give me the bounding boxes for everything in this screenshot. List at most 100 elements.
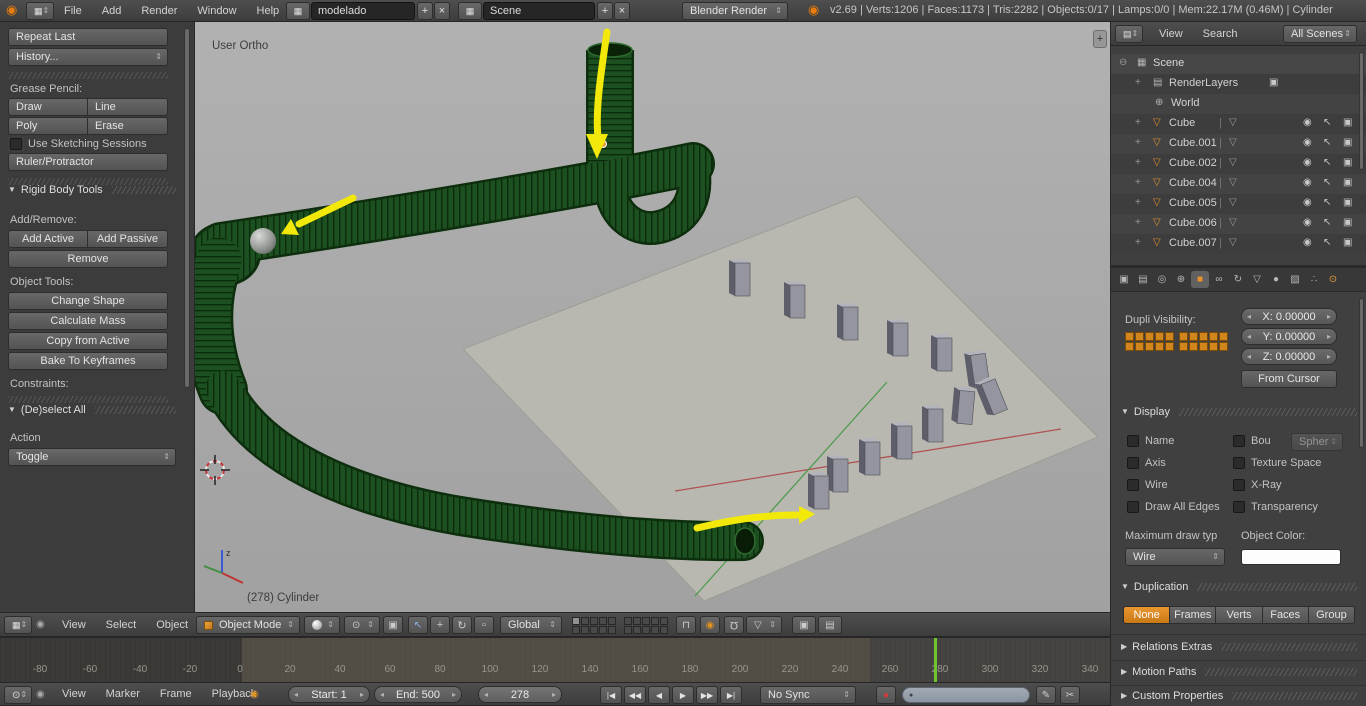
next-keyframe-button[interactable]: ▶▶ <box>696 686 718 704</box>
duplication-group-button[interactable]: Group <box>1308 606 1356 624</box>
screen-layout-name-field[interactable]: modelado <box>311 2 415 20</box>
display-name-checkbox[interactable] <box>1127 435 1139 447</box>
tab-scene[interactable]: ◎ <box>1153 271 1171 288</box>
display-draw-all-edges-checkbox[interactable] <box>1127 501 1139 513</box>
display-transparency-checkbox[interactable] <box>1233 501 1245 513</box>
expand-icon[interactable]: + <box>1135 237 1141 248</box>
selectable-cursor-icon[interactable]: ↖ <box>1323 237 1331 248</box>
header-pin-icon[interactable]: ◉ <box>36 619 45 630</box>
layers-grid-2[interactable] <box>624 617 668 634</box>
add-layout-button[interactable]: + <box>417 2 433 20</box>
start-frame-field[interactable]: ◂ Start: 1 ▸ <box>288 686 370 703</box>
render-camera-icon[interactable]: ▣ <box>1343 137 1352 148</box>
item-name[interactable]: RenderLayers <box>1169 77 1238 89</box>
editor-type-select[interactable]: ▦ ⇕ <box>4 616 32 634</box>
tab-constraints[interactable]: ∞ <box>1210 271 1228 288</box>
jump-to-start-button[interactable]: |◀ <box>600 686 622 704</box>
opengl-render-anim-button[interactable]: ▤ <box>818 616 842 634</box>
snap-element-select[interactable]: ▽ ⇕ <box>746 616 782 634</box>
selectable-cursor-icon[interactable]: ↖ <box>1323 197 1331 208</box>
tab-particles[interactable]: ∴ <box>1305 271 1323 288</box>
selectable-cursor-icon[interactable]: ↖ <box>1323 157 1331 168</box>
duplication-faces-button[interactable]: Faces <box>1262 606 1309 624</box>
increment-arrow[interactable]: ▸ <box>1327 312 1331 321</box>
display-axis-checkbox[interactable] <box>1127 457 1139 469</box>
scene-browse-button[interactable]: ▦ <box>458 2 482 20</box>
outliner-row-cube[interactable]: + ▽ Cube.001 | ▽ ◉ ↖ ▣ <box>1111 134 1366 154</box>
tab-material[interactable]: ● <box>1267 271 1285 288</box>
pivot-align-toggle[interactable]: ▣ <box>383 616 403 634</box>
increment-arrow[interactable]: ▸ <box>1327 332 1331 341</box>
bake-to-keyframes-button[interactable]: Bake To Keyframes <box>8 352 168 370</box>
layers-grid-1[interactable] <box>572 617 616 634</box>
manipulator-toggle[interactable]: ↖ <box>408 616 428 634</box>
prev-keyframe-button[interactable]: ◀◀ <box>624 686 646 704</box>
record-button[interactable]: ● <box>876 686 896 704</box>
jump-to-end-button[interactable]: ▶| <box>720 686 742 704</box>
object-name[interactable]: Cube <box>1169 117 1195 129</box>
domino[interactable] <box>930 333 953 372</box>
ball-sphere[interactable] <box>250 228 276 254</box>
display-texture-space-checkbox[interactable] <box>1233 457 1245 469</box>
display-panel-header[interactable]: ▼ Display <box>1121 406 1357 418</box>
menu-file[interactable]: File <box>54 5 92 17</box>
from-cursor-button[interactable]: From Cursor <box>1241 370 1337 388</box>
menu-view[interactable]: View <box>52 688 96 700</box>
visibility-eye-icon[interactable]: ◉ <box>1303 237 1312 248</box>
render-camera-icon[interactable]: ▣ <box>1343 177 1352 188</box>
repeat-last-button[interactable]: Repeat Last <box>8 28 168 46</box>
mode-select[interactable]: Object Mode ⇕ <box>196 616 300 634</box>
transform-orientation-select[interactable]: Global ⇕ <box>500 616 562 634</box>
duplication-none-button[interactable]: None <box>1123 606 1171 624</box>
gp-erase-button[interactable]: Erase <box>88 117 168 135</box>
item-name[interactable]: World <box>1171 97 1200 109</box>
domino[interactable] <box>728 258 751 297</box>
display-mode-select[interactable]: All Scenes ⇕ <box>1283 25 1357 43</box>
outliner-row-renderlayers[interactable]: + ▤ RenderLayers ▣ <box>1111 74 1366 94</box>
header-pin-icon[interactable]: ◉ <box>36 689 45 700</box>
add-active-button[interactable]: Add Active <box>8 230 88 248</box>
expand-icon[interactable]: + <box>1135 157 1141 168</box>
menu-object[interactable]: Object <box>146 619 198 631</box>
duplication-frames-button[interactable]: Frames <box>1170 606 1217 624</box>
scene-name-field[interactable]: Scene <box>483 2 595 20</box>
editor-type-select[interactable]: ▤ ⇕ <box>1115 25 1143 43</box>
expand-icon[interactable]: + <box>1135 77 1141 88</box>
outliner-row-cube[interactable]: + ▽ Cube | ▽ ◉ ↖ ▣ <box>1111 114 1366 134</box>
delete-keyframe-button[interactable]: ✂ <box>1060 686 1080 704</box>
render-camera-icon[interactable]: ▣ <box>1343 237 1352 248</box>
dupli-z-field[interactable]: ◂ Z: 0.00000 ▸ <box>1241 348 1337 365</box>
motion-paths-panel-header[interactable]: ▶ Motion Paths <box>1121 666 1357 678</box>
keying-set-field[interactable]: ● <box>902 687 1030 703</box>
object-name[interactable]: Cube.004 <box>1169 177 1217 189</box>
viewport-3d[interactable]: z User Ortho (278) Cylinder + <box>195 22 1110 612</box>
calculate-mass-button[interactable]: Calculate Mass <box>8 312 168 330</box>
duplication-verts-button[interactable]: Verts <box>1216 606 1263 624</box>
domino[interactable] <box>807 471 830 510</box>
delete-scene-button[interactable]: × <box>614 2 630 20</box>
outliner-row-cube[interactable]: + ▽ Cube.005 | ▽ ◉ ↖ ▣ <box>1111 194 1366 214</box>
expand-icon[interactable]: + <box>1135 137 1141 148</box>
snap-toggle[interactable]: Ω <box>724 616 744 634</box>
selectable-cursor-icon[interactable]: ↖ <box>1323 117 1331 128</box>
outliner-row-cube[interactable]: + ▽ Cube.006 | ▽ ◉ ↖ ▣ <box>1111 214 1366 234</box>
play-reverse-button[interactable]: ◀ <box>648 686 670 704</box>
viewport-shading-select[interactable]: ⇕ <box>304 616 340 634</box>
increment-arrow[interactable]: ▸ <box>360 690 364 699</box>
insert-keyframe-button[interactable]: ✎ <box>1036 686 1056 704</box>
action-toggle-select[interactable]: Toggle ⇕ <box>8 448 176 466</box>
proportional-edit-toggle[interactable]: ◉ <box>700 616 720 634</box>
deselect-all-header[interactable]: ▼ (De)select All <box>8 404 176 416</box>
custom-properties-panel-header[interactable]: ▶ Custom Properties <box>1121 690 1357 702</box>
tab-texture[interactable]: ▨ <box>1286 271 1304 288</box>
relations-extras-panel-header[interactable]: ▶ Relations Extras <box>1121 641 1357 653</box>
menu-marker[interactable]: Marker <box>96 688 150 700</box>
tab-object-data[interactable]: ▽ <box>1248 271 1266 288</box>
render-camera-icon[interactable]: ▣ <box>1343 157 1352 168</box>
sketching-sessions-checkbox[interactable] <box>10 138 22 150</box>
end-frame-field[interactable]: ◂ End: 500 ▸ <box>374 686 462 703</box>
outliner-scrollbar[interactable] <box>1359 52 1364 170</box>
menu-render[interactable]: Render <box>131 5 187 17</box>
menu-search[interactable]: Search <box>1193 28 1248 40</box>
sync-mode-select[interactable]: No Sync ⇕ <box>760 686 856 704</box>
